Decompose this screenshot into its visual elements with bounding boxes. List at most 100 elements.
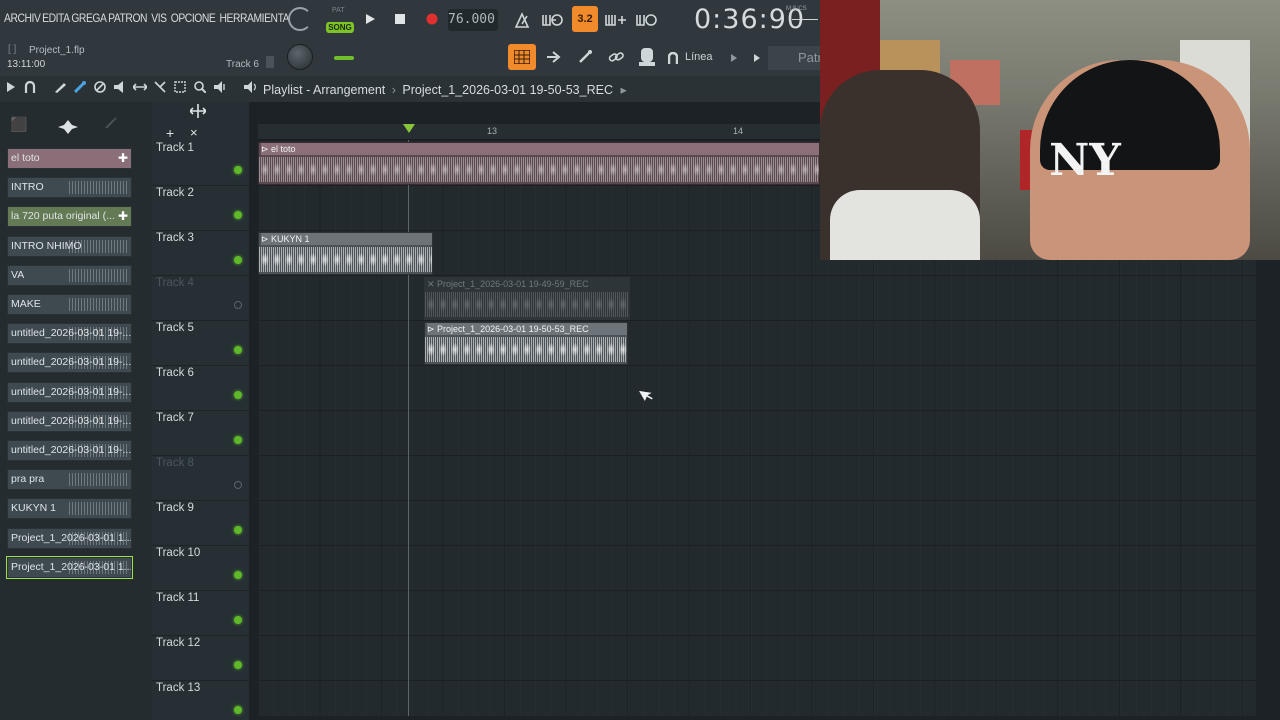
record-button[interactable] (423, 10, 441, 28)
track-mute-led[interactable] (234, 526, 242, 534)
master-volume-slider[interactable] (334, 56, 354, 60)
menu-options[interactable]: OPCIONE (171, 11, 216, 25)
zoom-tool-icon[interactable] (193, 81, 207, 95)
playlist-button[interactable] (508, 44, 536, 70)
play-button[interactable] (361, 10, 379, 28)
track-header[interactable]: Track 10 (152, 546, 249, 591)
automation-filter-icon[interactable] (105, 117, 117, 129)
speaker-icon[interactable] (243, 81, 257, 95)
audio-clip-filter-icon[interactable]: ⬛ (10, 116, 27, 133)
pattern-selector[interactable]: Patr (768, 46, 820, 70)
mute-tool-icon[interactable] (113, 81, 127, 95)
track-header[interactable]: Track 7 (152, 411, 249, 456)
audio-clip[interactable]: ✕ Project_1_2026-03-01 19-49-59_REC (424, 277, 630, 320)
picker-item[interactable]: untitled_2026-03-01 19-... (7, 381, 132, 403)
close-tracks-icon[interactable]: × (190, 125, 198, 140)
picker-item[interactable]: ✚ el toto (7, 148, 132, 169)
track-header[interactable]: Track 3 (152, 231, 249, 276)
track-mute-led[interactable] (234, 571, 242, 579)
track-header[interactable]: Track 2 (152, 186, 249, 231)
picker-item[interactable]: KUKYN 1 (7, 498, 132, 520)
timeline-ruler[interactable]: 13 14 (258, 124, 820, 140)
menu-view[interactable]: VIS (151, 11, 167, 25)
metronome-button[interactable] (510, 9, 534, 31)
track-header[interactable]: Track 8 (152, 456, 249, 501)
picker-waveform-icon (69, 181, 129, 195)
add-track-icon[interactable]: + (166, 125, 174, 141)
piano-roll-button[interactable] (574, 47, 596, 67)
slip-tool-icon[interactable] (131, 81, 149, 95)
audio-clip[interactable]: ⊳ Project_1_2026-03-01 19-50-53_REC (424, 322, 628, 365)
track-mute-led[interactable] (234, 301, 242, 309)
wait-input-button[interactable] (540, 9, 566, 31)
link-button[interactable] (605, 47, 627, 67)
tempo-display[interactable]: 76.000 (448, 9, 498, 31)
menu-tools[interactable]: HERRAMIENTA (220, 11, 290, 25)
picker-item[interactable]: Project_1_2026-03-01 1... (6, 555, 133, 579)
track-mute-led[interactable] (234, 256, 242, 264)
clip-menu-icon[interactable]: ⊳ (261, 144, 271, 154)
step-edit-button[interactable] (604, 9, 628, 31)
loop-record-button[interactable] (635, 9, 659, 31)
snap-value-button[interactable]: 3.2 (572, 6, 598, 32)
picker-item-label: Project_1_2026-03-01 1... (11, 531, 132, 544)
track-header[interactable]: Track 4 (152, 276, 249, 321)
track-mute-led[interactable] (234, 166, 242, 174)
clip-menu-icon[interactable]: ⊳ (427, 324, 437, 334)
snap-mode-select[interactable]: Línea (685, 51, 713, 63)
picker-item[interactable]: Project_1_2026-03-01 1... (7, 527, 132, 549)
slice-tool-icon[interactable] (153, 81, 167, 95)
picker-item-label: Project_1_2026-03-01 1... (11, 560, 132, 573)
menu-patterns[interactable]: PATRON (108, 11, 147, 25)
picker-item[interactable]: INTRO (7, 177, 132, 199)
picker-item[interactable]: INTRO NHIMO (7, 235, 132, 257)
draw-tool-icon[interactable] (53, 81, 67, 95)
song-position-marker[interactable] (403, 124, 415, 133)
clip-menu-icon[interactable]: ⊳ (261, 234, 271, 244)
picker-item[interactable]: untitled_2026-03-01 19-... (7, 410, 132, 432)
track-mute-led[interactable] (234, 616, 242, 624)
arrangement-arrow-icon[interactable]: ▸ (620, 83, 626, 97)
track-mute-led[interactable] (234, 346, 242, 354)
track-header[interactable]: Track 9 (152, 501, 249, 546)
track-mute-led[interactable] (234, 211, 242, 219)
track-header[interactable]: Track 5 (152, 321, 249, 366)
track-header[interactable]: Track 6 (152, 366, 249, 411)
picker-item[interactable]: VA (7, 264, 132, 286)
picker-item[interactable]: untitled_2026-03-01 19-... (7, 352, 132, 374)
mixer-button[interactable] (635, 45, 659, 69)
picker-item[interactable]: untitled_2026-03-01 19-... (7, 323, 132, 345)
magnet-icon[interactable] (23, 80, 37, 95)
picker-item[interactable]: MAKE (7, 294, 132, 315)
playlist-menu-icon[interactable] (4, 81, 18, 95)
arrangement-name[interactable]: Project_1_2026-03-01 19-50-53_REC (402, 83, 613, 97)
zoom-horizontal-icon[interactable] (188, 104, 208, 123)
track-header[interactable]: Track 12 (152, 636, 249, 681)
menu-edit[interactable]: EDITA (42, 11, 70, 25)
audio-clip[interactable]: ⊳ el toto (258, 142, 820, 185)
clip-muted-icon[interactable]: ✕ (427, 279, 437, 289)
track-mute-led[interactable] (234, 391, 242, 399)
pattern-song-toggle[interactable]: PAT SONG (326, 7, 354, 35)
picker-item[interactable]: ✚ la 720 puta original (... (7, 206, 132, 228)
track-header[interactable]: Track 1 (152, 141, 249, 186)
audio-clip[interactable]: ⊳ KUKYN 1 (258, 232, 433, 275)
delete-tool-icon[interactable] (93, 81, 107, 95)
channel-rack-button[interactable] (543, 47, 565, 67)
menu-file[interactable]: ARCHIV (4, 11, 41, 25)
pattern-filter-icon[interactable] (58, 120, 78, 139)
track-mute-led[interactable] (234, 481, 242, 489)
picker-item[interactable]: pra pra (7, 469, 132, 491)
menu-add[interactable]: GREGA (71, 11, 107, 25)
track-header[interactable]: Track 13 (152, 681, 249, 720)
picker-item[interactable]: untitled_2026-03-01 19-... (7, 440, 132, 461)
master-pitch-knob[interactable] (287, 44, 313, 70)
track-mute-led[interactable] (234, 661, 242, 669)
track-mute-led[interactable] (234, 706, 242, 714)
stop-button[interactable] (391, 10, 409, 28)
paint-tool-icon[interactable] (73, 81, 87, 95)
track-header[interactable]: Track 11 (152, 591, 249, 636)
playback-tool-icon[interactable] (213, 81, 227, 95)
track-mute-led[interactable] (234, 436, 242, 444)
select-tool-icon[interactable] (173, 81, 187, 95)
